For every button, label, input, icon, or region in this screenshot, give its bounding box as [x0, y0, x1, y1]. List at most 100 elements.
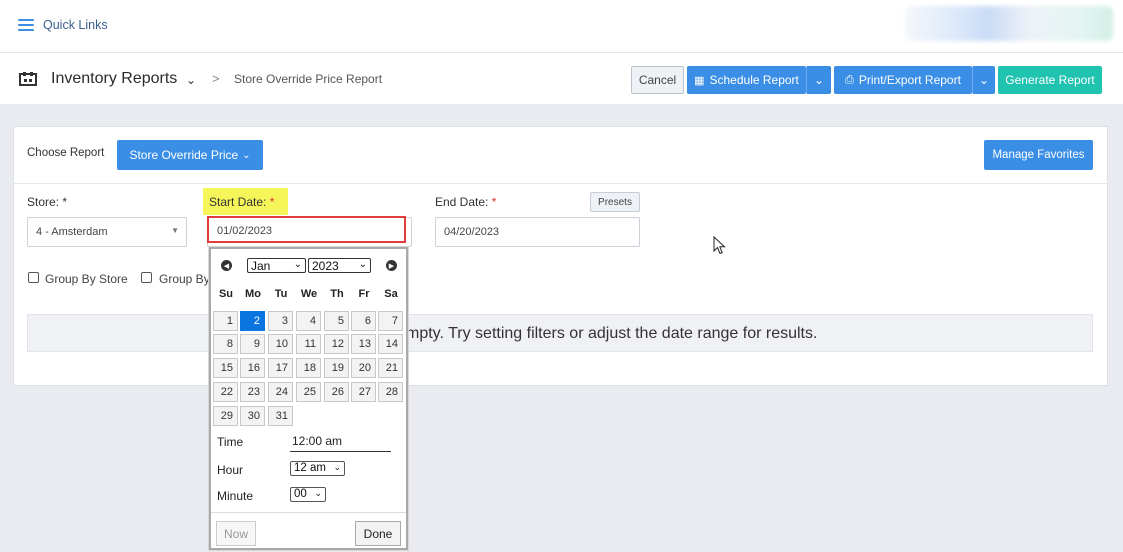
weekday-header: We: [300, 288, 318, 300]
end-date-input[interactable]: 04/20/2023: [435, 217, 640, 247]
calendar-day[interactable]: 19: [324, 358, 349, 378]
calendar-day[interactable]: 27: [351, 382, 376, 402]
calendar-icon: ▦: [694, 74, 705, 87]
caret-down-icon: ▼: [171, 226, 179, 235]
date-picker-popup: ◀ Jan ⌄ 2023 ⌄ ▶ Su Mo Tu We Th Fr Sa 1 2 …: [209, 247, 408, 550]
calendar-day[interactable]: 9: [240, 334, 265, 354]
presets-button[interactable]: Presets: [590, 192, 640, 212]
group-by-store-label[interactable]: Group By Store: [45, 272, 128, 286]
selected-report-label: Store Override Price: [129, 148, 239, 162]
chevron-down-icon: ⌄: [358, 259, 367, 270]
group-by-label[interactable]: Group By: [159, 272, 210, 286]
calendar-day[interactable]: 25: [296, 382, 321, 402]
year-select[interactable]: 2023 ⌄: [308, 258, 371, 273]
calendar-day[interactable]: 12: [324, 334, 349, 354]
chevron-down-icon: ⌄: [333, 462, 341, 472]
inventory-icon: [19, 72, 37, 86]
print-export-button[interactable]: ⎙ Print/Export Report: [834, 66, 972, 94]
calendar-day[interactable]: 17: [268, 358, 293, 378]
print-export-dropdown[interactable]: ⌄: [972, 66, 995, 94]
group-by-checkbox[interactable]: [141, 272, 152, 283]
manage-favorites-label: Manage Favorites: [992, 149, 1085, 161]
weekday-header: Su: [218, 288, 234, 300]
start-date-label: Start Date: *: [209, 195, 274, 209]
calendar-day[interactable]: 14: [378, 334, 403, 354]
minute-value: 00: [294, 488, 307, 500]
calendar-day[interactable]: 5: [324, 311, 349, 331]
quick-links-link[interactable]: Quick Links: [43, 18, 108, 32]
calendar-day[interactable]: 29: [213, 406, 238, 426]
end-date-label: End Date: *: [435, 195, 496, 209]
menu-icon[interactable]: [18, 19, 34, 32]
month-value: Jan: [251, 259, 271, 273]
store-value: 4 - Amsterdam: [36, 226, 108, 238]
month-select[interactable]: Jan ⌄: [247, 258, 306, 273]
calendar-day[interactable]: 6: [351, 311, 376, 331]
calendar-day[interactable]: 15: [213, 358, 238, 378]
calendar-day[interactable]: 28: [378, 382, 403, 402]
calendar-day[interactable]: 30: [240, 406, 265, 426]
chevron-down-icon: ⌄: [242, 149, 251, 161]
choose-report-dropdown[interactable]: Store Override Price ⌄: [117, 140, 263, 170]
minute-select[interactable]: 00 ⌄: [290, 487, 326, 502]
minute-label: Minute: [217, 489, 254, 503]
calendar-day[interactable]: 16: [240, 358, 265, 378]
breadcrumb-current-page: Store Override Price Report: [234, 72, 383, 86]
chevron-down-icon: ⌄: [978, 73, 990, 87]
cancel-button-label: Cancel: [638, 73, 677, 87]
print-export-label: Print/Export Report: [858, 73, 961, 87]
calendar-day[interactable]: 7: [378, 311, 403, 331]
calendar-day[interactable]: 31: [268, 406, 293, 426]
chevron-down-icon: ⌄: [314, 488, 322, 498]
start-date-label-text: Start Date:: [209, 195, 267, 209]
card-divider: [13, 183, 1108, 184]
choose-report-label: Choose Report: [27, 147, 105, 159]
calendar-day[interactable]: 11: [296, 334, 321, 354]
start-date-input[interactable]: 01/02/2023: [207, 216, 406, 243]
group-by-store-checkbox[interactable]: [28, 272, 39, 283]
hour-value: 12 am: [294, 462, 326, 474]
calendar-day[interactable]: 20: [351, 358, 376, 378]
calendar-day[interactable]: 24: [268, 382, 293, 402]
calendar-day[interactable]: 21: [378, 358, 403, 378]
schedule-report-button[interactable]: ▦ Schedule Report: [687, 66, 806, 94]
cancel-button[interactable]: Cancel: [631, 66, 684, 94]
year-value: 2023: [312, 259, 339, 273]
store-label: Store: *: [27, 195, 68, 209]
store-select[interactable]: 4 - Amsterdam ▼: [27, 217, 187, 247]
next-month-icon[interactable]: ▶: [386, 260, 397, 271]
weekday-header: Fr: [358, 288, 370, 300]
calendar-day[interactable]: 18: [296, 358, 321, 378]
calendar-day[interactable]: 1: [213, 311, 238, 331]
calendar-day[interactable]: 3: [268, 311, 293, 331]
generate-report-button[interactable]: Generate Report: [998, 66, 1102, 94]
schedule-report-label: Schedule Report: [709, 73, 799, 87]
calendar-day[interactable]: 4: [296, 311, 321, 331]
mouse-cursor-icon: [713, 236, 726, 255]
generate-report-label: Generate Report: [1005, 73, 1095, 87]
chevron-down-icon[interactable]: ⌄: [186, 73, 196, 87]
printer-icon: ⎙: [845, 73, 854, 86]
calendar-day[interactable]: 10: [268, 334, 293, 354]
empty-results-message: mpty. Try setting filters or adjust the …: [406, 325, 818, 342]
prev-month-icon[interactable]: ◀: [221, 260, 232, 271]
weekday-header: Mo: [245, 288, 261, 300]
calendar-day[interactable]: 23: [240, 382, 265, 402]
calendar-day[interactable]: 8: [213, 334, 238, 354]
hour-select[interactable]: 12 am ⌄: [290, 461, 345, 476]
manage-favorites-button[interactable]: Manage Favorites: [984, 140, 1093, 170]
time-value: 12:00 am: [290, 434, 391, 452]
chevron-down-icon: ⌄: [293, 259, 302, 270]
done-button[interactable]: Done: [355, 521, 401, 546]
calendar-day[interactable]: 13: [351, 334, 376, 354]
required-marker: *: [491, 195, 497, 209]
calendar-day-selected[interactable]: 2: [240, 311, 265, 331]
calendar-day[interactable]: 22: [213, 382, 238, 402]
now-button[interactable]: Now: [216, 521, 256, 546]
time-label: Time: [217, 435, 244, 449]
redacted-account-area: [905, 6, 1113, 41]
weekday-header: Th: [330, 288, 344, 300]
section-title[interactable]: Inventory Reports: [51, 70, 177, 88]
schedule-report-dropdown[interactable]: ⌄: [806, 66, 831, 94]
calendar-day[interactable]: 26: [324, 382, 349, 402]
